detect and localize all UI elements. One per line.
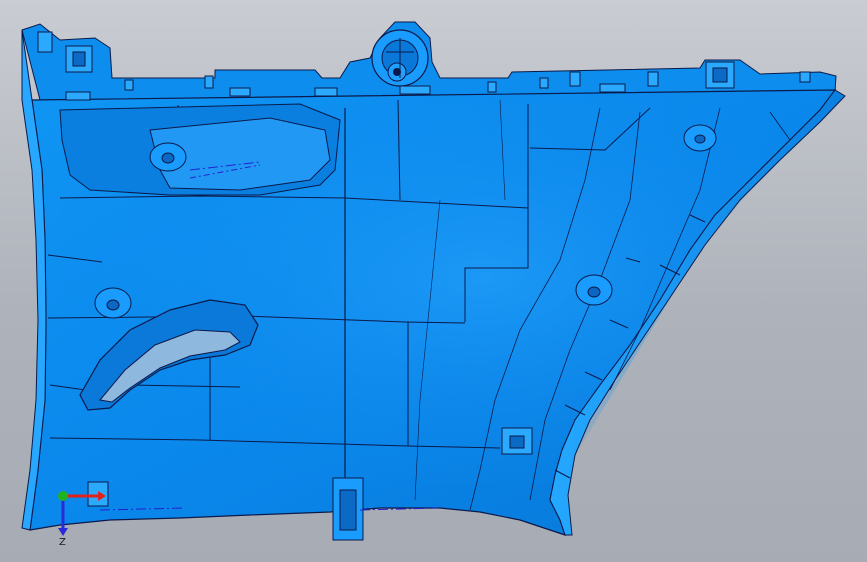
- cad-scene[interactable]: Z: [0, 0, 867, 562]
- screw-boss-2: [94, 287, 132, 319]
- y-axis-dot: [58, 491, 68, 501]
- z-axis-label: Z: [59, 537, 66, 548]
- upper-recess: [59, 103, 341, 196]
- bottom-clip-center: [332, 477, 364, 541]
- trim-panel-part[interactable]: [21, 21, 846, 536]
- screw-boss-3: [683, 124, 717, 152]
- graphics-viewport[interactable]: Z: [0, 0, 867, 562]
- screw-boss-4: [575, 274, 613, 306]
- bottom-clip-right: [501, 427, 533, 455]
- top-mount-boss: [371, 29, 429, 87]
- screw-boss-1: [149, 142, 187, 172]
